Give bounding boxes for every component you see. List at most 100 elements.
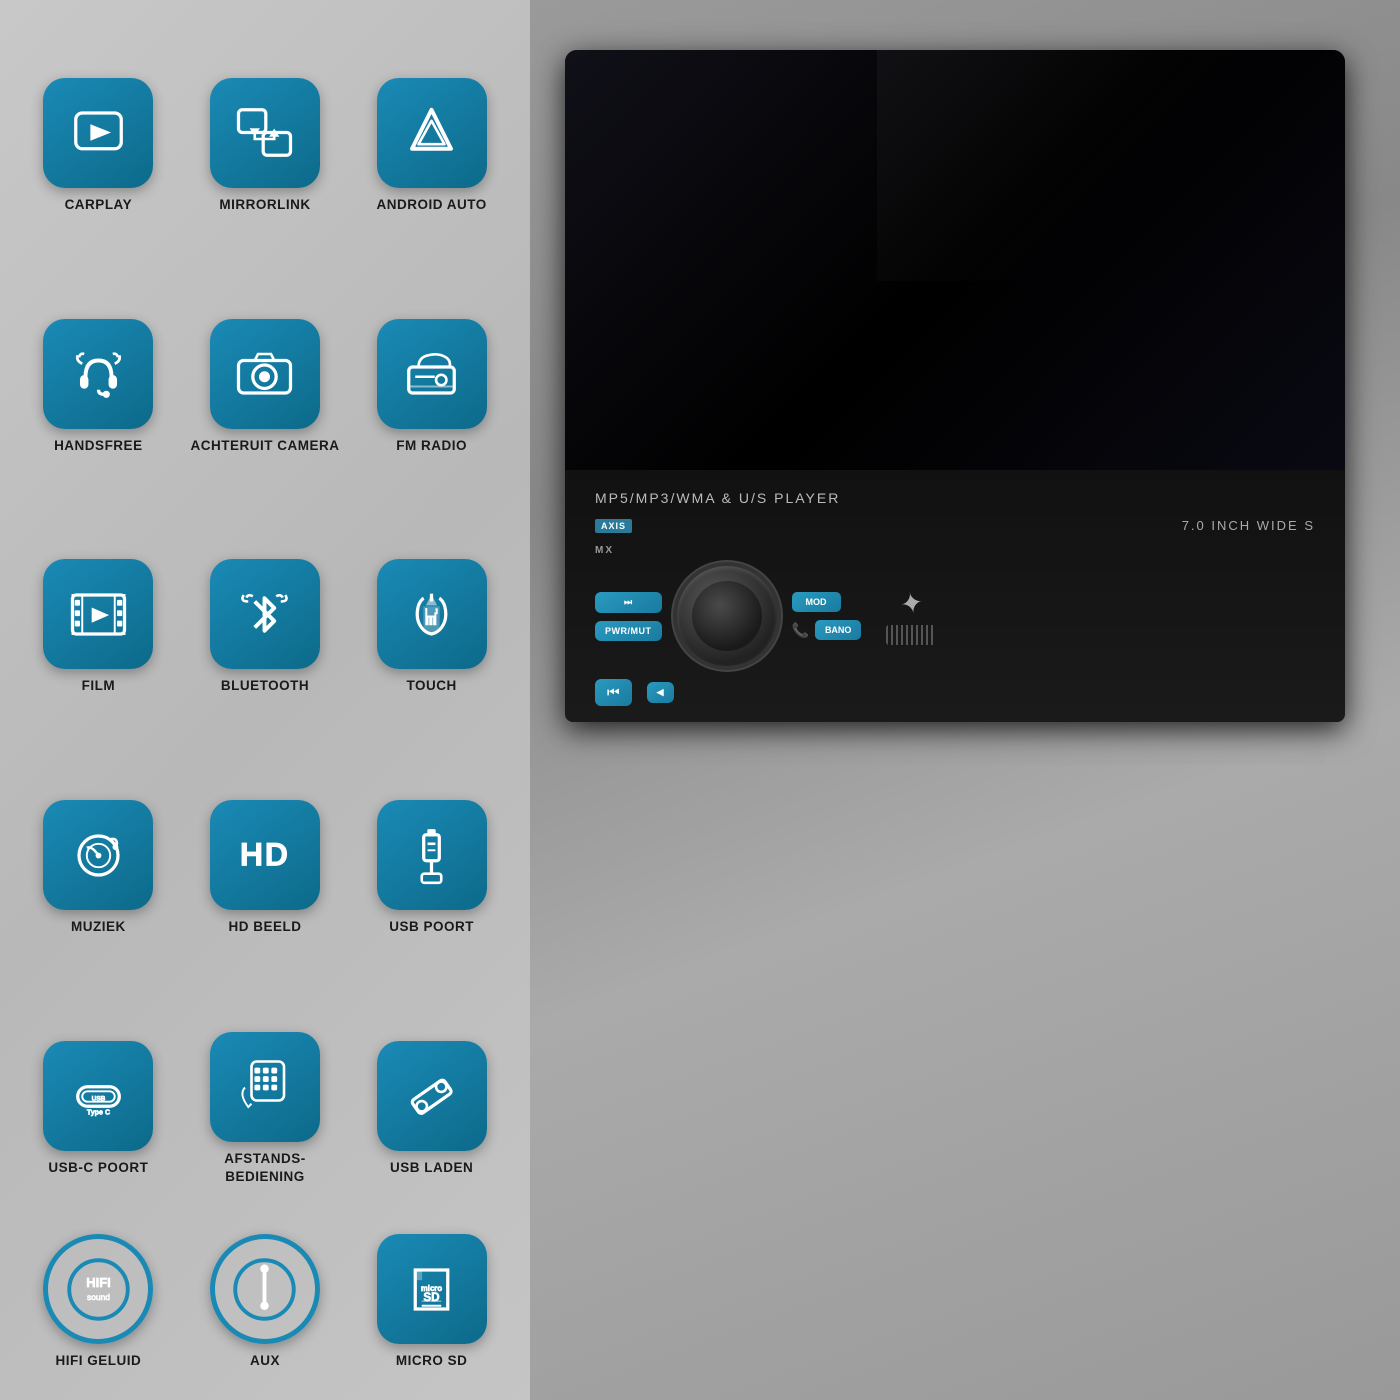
- hifi-icon: HIFI sound: [66, 1257, 131, 1322]
- feature-micro-sd: micro SD MICRO SD: [354, 1234, 509, 1370]
- android-auto-icon-box: [377, 78, 487, 188]
- volume-knob[interactable]: [677, 566, 777, 666]
- far-right-decor: ✦: [886, 587, 936, 645]
- feature-hd-beeld: HD HD BEELD: [187, 800, 342, 936]
- handsfree-icon-box: [43, 319, 153, 429]
- device-reflection: [585, 724, 1326, 764]
- android-auto-icon: [399, 100, 464, 165]
- next-track-button[interactable]: ⏭: [595, 592, 662, 613]
- aux-icon-box: [210, 1234, 320, 1344]
- mirrorlink-icon-box: [210, 78, 320, 188]
- touch-label: TOUCH: [407, 677, 457, 695]
- size-text: 7.0 INCH WIDE S: [1182, 518, 1315, 533]
- display-dots: [886, 625, 936, 645]
- camera-label: ACHTERUIT CAMERA: [190, 437, 339, 455]
- feature-mirrorlink: MIRRORLINK: [187, 78, 342, 214]
- hd-beeld-label: HD BEELD: [228, 918, 301, 936]
- bano-button[interactable]: BANO: [815, 620, 862, 640]
- mx-badge: MX: [595, 545, 614, 556]
- feature-bluetooth: BLUETOOTH: [187, 559, 342, 695]
- media-button[interactable]: ◀: [647, 682, 674, 703]
- muziek-label: MUZIEK: [71, 918, 126, 936]
- carplay-label: CARPLAY: [65, 196, 133, 214]
- usb-c-label: USB-C POORT: [48, 1159, 148, 1177]
- knob-inner: [692, 581, 762, 651]
- fm-radio-icon-box: [377, 319, 487, 429]
- mirrorlink-icon: [232, 100, 297, 165]
- micro-sd-icon: micro SD: [399, 1257, 464, 1322]
- feature-usb-c: USB Type C USB-C POORT: [21, 1041, 176, 1177]
- bluetooth-label: BLUETOOTH: [221, 677, 309, 695]
- bluetooth-icon: [232, 582, 297, 647]
- controls-area: MP5/MP3/WMA & U/S PLAYER AXIS 7.0 INCH W…: [565, 470, 1345, 722]
- feature-film: FILM: [21, 559, 176, 695]
- film-label: FILM: [82, 677, 116, 695]
- logo-mark: ✦: [897, 585, 926, 622]
- feature-touch: TOUCH: [354, 559, 509, 695]
- axis-badge: AXIS: [595, 519, 632, 533]
- screen-area: [565, 50, 1345, 470]
- handsfree-label: HANDSFREE: [54, 437, 143, 455]
- handsfree-icon: [66, 341, 131, 406]
- svg-text:USB: USB: [91, 1095, 105, 1102]
- usb-laden-label: USB LADEN: [390, 1159, 473, 1177]
- left-buttons: ⏭ PWR/MUT: [595, 592, 662, 641]
- camera-icon: [232, 341, 297, 406]
- brand-bar: AXIS 7.0 INCH WIDE S: [585, 514, 1325, 537]
- aux-label: AUX: [250, 1352, 280, 1370]
- feature-fm-radio: FM RADIO: [354, 319, 509, 455]
- prev-button[interactable]: ⏮: [595, 679, 632, 706]
- hifi-icon-box: HIFI sound: [43, 1234, 153, 1344]
- bluetooth-icon-box: [210, 559, 320, 669]
- usb-poort-icon: [399, 823, 464, 888]
- model-text: MP5/MP3/WMA & U/S PLAYER: [595, 490, 840, 506]
- svg-text:Type C: Type C: [87, 1108, 110, 1116]
- feature-remote: AFSTANDS- BEDIENING: [187, 1032, 342, 1185]
- bano-row: 📞 BANO: [792, 620, 862, 640]
- hd-icon: HD: [232, 823, 297, 888]
- feature-camera: ACHTERUIT CAMERA: [187, 319, 342, 455]
- fm-radio-icon: [399, 341, 464, 406]
- remote-icon: [232, 1055, 297, 1120]
- feature-handsfree: HANDSFREE: [21, 319, 176, 455]
- right-controls: MOD 📞 BANO: [792, 592, 862, 640]
- usb-c-icon: USB Type C: [66, 1064, 131, 1129]
- touch-icon-box: [377, 559, 487, 669]
- mod-button[interactable]: MOD: [792, 592, 841, 612]
- buttons-row: ⏭ PWR/MUT MOD 📞 BANO ✦: [585, 561, 1325, 671]
- micro-sd-icon-box: micro SD: [377, 1234, 487, 1344]
- feature-hifi: HIFI sound HIFI GELUID: [21, 1234, 176, 1370]
- carplay-icon-box: [43, 78, 153, 188]
- right-panel: MP5/MP3/WMA & U/S PLAYER AXIS 7.0 INCH W…: [530, 0, 1400, 1400]
- device-container: MP5/MP3/WMA & U/S PLAYER AXIS 7.0 INCH W…: [565, 50, 1365, 764]
- hifi-label: HIFI GELUID: [55, 1352, 141, 1370]
- feature-aux: AUX: [187, 1234, 342, 1370]
- usb-laden-icon: [399, 1064, 464, 1129]
- muziek-icon: [66, 823, 131, 888]
- feature-usb-poort: USB POORT: [354, 800, 509, 936]
- device-body: MP5/MP3/WMA & U/S PLAYER AXIS 7.0 INCH W…: [565, 50, 1345, 722]
- film-icon-box: [43, 559, 153, 669]
- touch-icon: [399, 582, 464, 647]
- screen-shine: [877, 50, 1345, 281]
- top-text-bar: MP5/MP3/WMA & U/S PLAYER: [585, 482, 1325, 514]
- feature-android-auto: ANDROID AUTO: [354, 78, 509, 214]
- micro-sd-label: MICRO SD: [396, 1352, 468, 1370]
- svg-text:SD: SD: [424, 1291, 440, 1304]
- mirrorlink-label: MIRRORLINK: [219, 196, 310, 214]
- muziek-icon-box: [43, 800, 153, 910]
- feature-carplay: CARPLAY: [21, 78, 176, 214]
- svg-text:HIFI: HIFI: [86, 1275, 111, 1290]
- svg-text:HD: HD: [240, 836, 290, 872]
- carplay-icon: [66, 100, 131, 165]
- usb-poort-icon-box: [377, 800, 487, 910]
- film-icon: [66, 582, 131, 647]
- camera-icon-box: [210, 319, 320, 429]
- pwr-mut-button[interactable]: PWR/MUT: [595, 621, 662, 641]
- svg-text:sound: sound: [87, 1292, 110, 1302]
- android-auto-label: ANDROID AUTO: [377, 196, 487, 214]
- fm-radio-label: FM RADIO: [396, 437, 467, 455]
- hd-icon-box: HD: [210, 800, 320, 910]
- aux-icon: [232, 1257, 297, 1322]
- feature-muziek: MUZIEK: [21, 800, 176, 936]
